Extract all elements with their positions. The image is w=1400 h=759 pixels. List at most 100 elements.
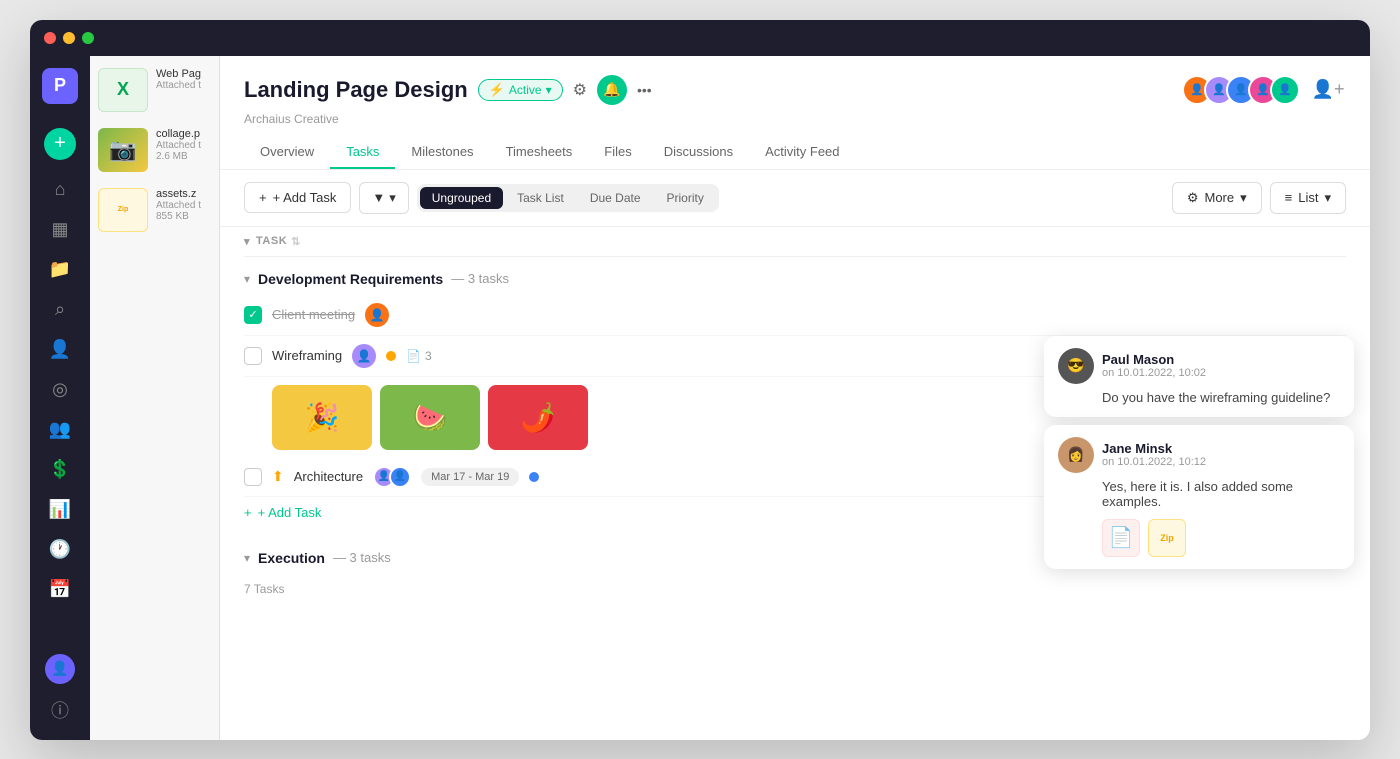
person-icon[interactable]: 👤: [42, 332, 78, 368]
filter-dropdown-icon: ▾: [389, 190, 396, 206]
more-options-icon[interactable]: •••: [637, 82, 652, 98]
status-badge[interactable]: ⚡ Active ▾: [478, 79, 563, 101]
app-window: P + ⌂ ▦ 📁 ⌕ 👤 ◎ 👥 💲 📊 🕐 📅 👤 ⓘ: [30, 20, 1370, 740]
tab-overview[interactable]: Overview: [244, 136, 330, 169]
grid-icon[interactable]: ▦: [42, 212, 78, 248]
task-status-dot-3: [529, 472, 539, 482]
comment-2-text: Yes, here it is. I also added some examp…: [1102, 479, 1340, 509]
task-dot-2: [386, 351, 396, 361]
notification-icon[interactable]: 🔔: [597, 75, 627, 105]
attachment-thumb-2[interactable]: 🍉: [380, 385, 480, 450]
task-avatar-1: 👤: [365, 303, 389, 327]
header-avatar-stack: 👤 👤 👤 👤 👤: [1182, 75, 1300, 105]
total-tasks-label: 7 Tasks: [244, 574, 1346, 604]
clock-icon[interactable]: 🕐: [42, 532, 78, 568]
user-profile-icon[interactable]: 👤: [45, 654, 75, 684]
filter-button[interactable]: ▼ ▾: [359, 182, 408, 214]
section-title-execution: Execution: [258, 550, 325, 566]
add-task-label: + Add Task: [273, 190, 337, 205]
home-icon[interactable]: ⌂: [42, 172, 78, 208]
section-development: ▾ Development Requirements — 3 tasks: [244, 257, 1346, 295]
tab-files[interactable]: Files: [588, 136, 647, 169]
project-header: Landing Page Design ⚡ Active ▾ ⚙ 🔔 ••• 👤: [220, 56, 1370, 170]
comment-2-author: Jane Minsk: [1102, 441, 1206, 456]
file-icon: 📄: [406, 349, 421, 363]
team-icon[interactable]: 👥: [42, 412, 78, 448]
tab-milestones[interactable]: Milestones: [395, 136, 489, 169]
tab-timesheets[interactable]: Timesheets: [490, 136, 589, 169]
comment-2-time: on 10.01.2022, 10:12: [1102, 456, 1206, 468]
file-meta-collage: Attached t: [156, 140, 201, 151]
plus-icon: +: [259, 190, 267, 205]
chart-icon[interactable]: 📊: [42, 492, 78, 528]
gear-settings-icon: ⚙: [1187, 190, 1199, 206]
sidebar-logo[interactable]: P: [42, 68, 78, 104]
list-view-button[interactable]: ≡ List ▾: [1270, 182, 1346, 214]
section-count-development: — 3 tasks: [451, 271, 509, 286]
tab-tasks[interactable]: Tasks: [330, 136, 395, 169]
files-panel: X Web Pag Attached t 📷 collage.p: [90, 56, 220, 740]
info-icon[interactable]: ⓘ: [42, 692, 78, 728]
avatar-5[interactable]: 👤: [1270, 75, 1300, 105]
tab-activity[interactable]: Activity Feed: [749, 136, 855, 169]
sidebar: P + ⌂ ▦ 📁 ⌕ 👤 ◎ 👥 💲 📊 🕐 📅 👤 ⓘ: [30, 56, 90, 740]
section-title-development: Development Requirements: [258, 271, 443, 287]
task-checkbox-1[interactable]: [244, 306, 262, 324]
task-checkbox-3[interactable]: [244, 468, 262, 486]
calendar-icon[interactable]: 📅: [42, 572, 78, 608]
task-name-1: Client meeting: [272, 307, 355, 322]
project-title: Landing Page Design: [244, 77, 468, 103]
attachment-thumb-3[interactable]: 🌶️: [488, 385, 588, 450]
task-header-label: TASK: [256, 235, 287, 247]
task-name-3: Architecture: [294, 469, 363, 484]
tab-discussions[interactable]: Discussions: [648, 136, 749, 169]
search-icon[interactable]: ⌕: [42, 292, 78, 328]
task-avatars-3: 👤 👤: [373, 466, 411, 488]
file-item-excel: X Web Pag Attached t: [98, 68, 211, 112]
file-size-zip: 855 KB: [156, 211, 201, 222]
dollar-icon[interactable]: 💲: [42, 452, 78, 488]
comment-file-pdf[interactable]: 📄: [1102, 519, 1140, 557]
comment-file-zip[interactable]: Zip: [1148, 519, 1186, 557]
file-meta-excel: Attached t: [156, 80, 201, 91]
add-task-button[interactable]: + + Add Task: [244, 182, 351, 213]
file-name-excel: Web Pag: [156, 68, 201, 80]
group-tasklist-button[interactable]: Task List: [505, 187, 576, 209]
task-name-2: Wireframing: [272, 348, 342, 363]
folder-icon[interactable]: 📁: [42, 252, 78, 288]
attachment-thumb-1[interactable]: 🎉: [272, 385, 372, 450]
section-collapse-icon[interactable]: ▾: [244, 272, 250, 286]
group-duedate-button[interactable]: Due Date: [578, 187, 653, 209]
group-priority-button[interactable]: Priority: [655, 187, 716, 209]
comment-2: 👩 Jane Minsk on 10.01.2022, 10:12 Yes, h…: [1044, 425, 1354, 569]
status-text: Active: [509, 83, 542, 97]
comment-1-author: Paul Mason: [1102, 352, 1206, 367]
task-avatar-3b: 👤: [389, 466, 411, 488]
file-item-zip: Zip assets.z Attached t 855 KB: [98, 188, 211, 232]
add-member-icon[interactable]: 👤+: [1310, 72, 1346, 108]
task-row-client-meeting: Client meeting 👤: [244, 295, 1346, 336]
file-name-zip: assets.z: [156, 188, 201, 200]
comment-1-text: Do you have the wireframing guideline?: [1102, 390, 1340, 405]
minimize-button[interactable]: [63, 32, 75, 44]
comment-1-avatar: 😎: [1058, 348, 1094, 384]
comment-1: 😎 Paul Mason on 10.01.2022, 10:02 Do you…: [1044, 336, 1354, 417]
more-button[interactable]: ⚙ More ▾: [1172, 182, 1262, 214]
project-tabs: Overview Tasks Milestones Timesheets Fil…: [244, 136, 1346, 169]
file-size-collage: 2.6 MB: [156, 151, 201, 162]
eye-icon[interactable]: ◎: [42, 372, 78, 408]
comment-2-files: 📄 Zip: [1102, 519, 1340, 557]
add-button[interactable]: +: [44, 128, 76, 160]
group-ungrouped-button[interactable]: Ungrouped: [420, 187, 503, 209]
execution-collapse-icon[interactable]: ▾: [244, 551, 250, 565]
maximize-button[interactable]: [82, 32, 94, 44]
task-checkbox-2[interactable]: [244, 347, 262, 365]
list-icon: ≡: [1285, 190, 1293, 205]
list-label: List: [1298, 190, 1318, 205]
comments-overlay: 😎 Paul Mason on 10.01.2022, 10:02 Do you…: [1044, 336, 1354, 569]
filter-icon: ▼: [372, 190, 385, 205]
task-avatar-2: 👤: [352, 344, 376, 368]
settings-icon[interactable]: ⚙: [573, 80, 587, 100]
close-button[interactable]: [44, 32, 56, 44]
comment-2-header: 👩 Jane Minsk on 10.01.2022, 10:12: [1058, 437, 1340, 473]
